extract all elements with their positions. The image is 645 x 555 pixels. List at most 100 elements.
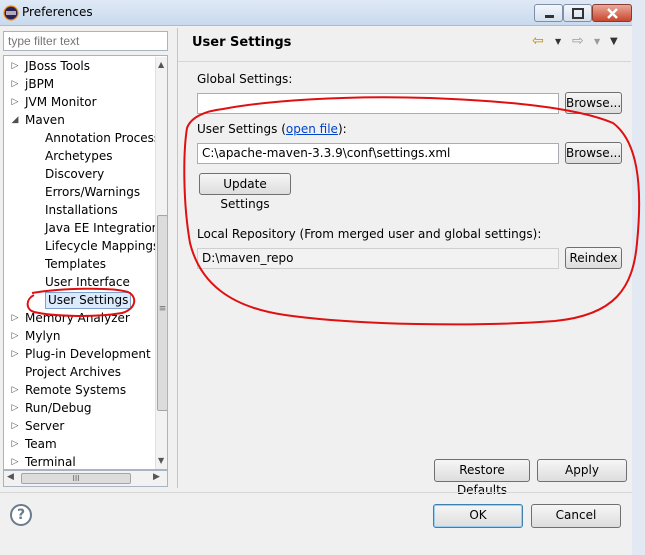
global-settings-field[interactable] [197,93,559,114]
tree-item[interactable]: ▷ Remote Systems [4,381,154,399]
tree-item-label: JVM Monitor [25,95,97,109]
ok-button[interactable]: OK [433,504,523,528]
tree-item-label: Annotation Processi [45,131,164,145]
apply-button[interactable]: Apply [537,459,627,482]
tree-item-label: Installations [45,203,118,217]
collapsed-arrow-icon[interactable]: ▷ [10,381,20,399]
tree-item-label: Templates [45,257,107,271]
tree-item[interactable]: ◢ Maven [4,111,154,129]
tree-vertical-scrollbar[interactable]: ▲ ≡ ▼ [155,57,167,469]
scroll-right-icon[interactable]: ▶ [153,472,160,482]
tree-item-label: Remote Systems [25,383,127,397]
collapsed-arrow-icon[interactable]: ▷ [10,345,20,363]
tree-item[interactable]: ▷ JBoss Tools [4,57,154,75]
user-browse-button[interactable]: Browse... [565,142,622,164]
chevron-down-icon[interactable]: ▼ [594,37,600,46]
collapsed-arrow-icon[interactable]: ▷ [10,93,20,111]
local-repository-label: Local Repository (From merged user and g… [197,227,542,241]
close-button[interactable] [592,4,632,22]
tree-scroll-thumb[interactable]: ≡ [157,215,167,411]
tree-item[interactable]: Installations [4,201,154,219]
scroll-left-icon[interactable]: ◀ [7,472,14,482]
collapsed-arrow-icon[interactable]: ▷ [10,435,20,453]
tree-item[interactable]: ▷ Plug-in Development [4,345,154,363]
global-browse-button[interactable]: Browse... [565,92,622,114]
minimize-button[interactable] [534,4,563,22]
chevron-down-icon[interactable]: ▼ [555,37,561,46]
tree-item[interactable]: ▷ Memory Analyzer [4,309,154,327]
reindex-button[interactable]: Reindex [565,247,622,269]
tree-horizontal-scrollbar[interactable]: ◀ III ▶ [3,470,168,487]
window-frame-edge [632,0,645,555]
collapsed-arrow-icon[interactable]: ▷ [10,399,20,417]
user-settings-field[interactable]: C:\apache-maven-3.3.9\conf\settings.xml [197,143,559,164]
tree-item[interactable]: Templates [4,255,154,273]
tree-item-label: JBoss Tools [25,59,90,73]
global-settings-label: Global Settings: [197,72,293,86]
page-title: User Settings [192,35,292,50]
expanded-arrow-icon[interactable]: ◢ [10,111,20,129]
tree-item-label: Terminal [25,455,76,469]
maximize-icon [572,8,584,19]
tree-item-label: Server [25,419,65,433]
tree-item[interactable]: ▷ Terminal [4,453,154,469]
panel-divider[interactable] [177,28,178,488]
collapsed-arrow-icon[interactable]: ▷ [10,309,20,327]
view-menu-icon[interactable]: ▼ [610,36,618,47]
maximize-button[interactable] [563,4,592,22]
tree-item-label: Mylyn [25,329,61,343]
tree-item[interactable]: ▷ Run/Debug [4,399,154,417]
arrow-left-icon[interactable]: ⇦ [532,33,544,49]
minimize-icon [545,15,554,18]
tree-item[interactable]: Project Archives [4,363,154,381]
collapsed-arrow-icon[interactable]: ▷ [10,75,20,93]
tree-item[interactable]: User Settings [4,291,154,309]
tree-item-label: User Settings [45,292,132,309]
filter-input[interactable] [3,31,168,51]
help-icon[interactable]: ? [10,504,32,526]
tree-item[interactable]: ▷ Mylyn [4,327,154,345]
tree-item-label: Errors/Warnings [45,185,141,199]
tree-item[interactable]: ▷ Team [4,435,154,453]
tree-item-label: Run/Debug [25,401,92,415]
window-title: Preferences [22,5,93,19]
collapsed-arrow-icon[interactable]: ▷ [10,57,20,75]
tree-item-label: Plug-in Development [25,347,151,361]
collapsed-arrow-icon[interactable]: ▷ [10,417,20,435]
tree-item[interactable]: Errors/Warnings [4,183,154,201]
grip-icon: III [72,474,80,483]
tree-item-label: Team [25,437,57,451]
tree-item[interactable]: Discovery [4,165,154,183]
tree-item[interactable]: ▷ Server [4,417,154,435]
tree-item-label: Memory Analyzer [25,311,130,325]
tree-item[interactable]: Archetypes [4,147,154,165]
user-settings-label: User Settings (open file): [197,122,347,136]
scroll-down-icon[interactable]: ▼ [158,456,164,465]
grip-icon: ≡ [158,304,167,314]
user-settings-label-suffix: ): [337,122,347,136]
tree-item-label: jBPM [25,77,55,91]
scroll-up-icon[interactable]: ▲ [158,60,164,69]
cancel-button[interactable]: Cancel [531,504,621,528]
user-settings-label-text: User Settings ( [197,122,286,136]
tree-item-label: Archetypes [45,149,113,163]
update-settings-button[interactable]: Update Settings [199,173,291,211]
tree-item[interactable]: Java EE Integration [4,219,159,237]
local-repository-field: D:\maven_repo [197,248,559,269]
tree-item[interactable]: Lifecycle Mappings [4,237,159,255]
close-icon [607,8,618,19]
open-file-link[interactable]: open file [286,122,338,136]
tree-item-label: Maven [25,113,65,127]
tree-item[interactable]: User Interface [4,273,154,291]
tree-item[interactable]: ▷ JVM Monitor [4,93,154,111]
tree-item-label: Lifecycle Mappings [45,239,160,253]
tree-item-label: User Interface [45,275,130,289]
tree-item[interactable]: ▷ jBPM [4,75,154,93]
collapsed-arrow-icon[interactable]: ▷ [10,327,20,345]
tree-item[interactable]: Annotation Processi [4,129,163,147]
arrow-right-icon[interactable]: ⇨ [572,33,584,49]
collapsed-arrow-icon[interactable]: ▷ [10,453,20,469]
restore-defaults-button[interactable]: Restore Defaults [434,459,530,497]
header-separator [178,61,631,62]
tree-hscroll-thumb[interactable]: III [21,473,131,484]
